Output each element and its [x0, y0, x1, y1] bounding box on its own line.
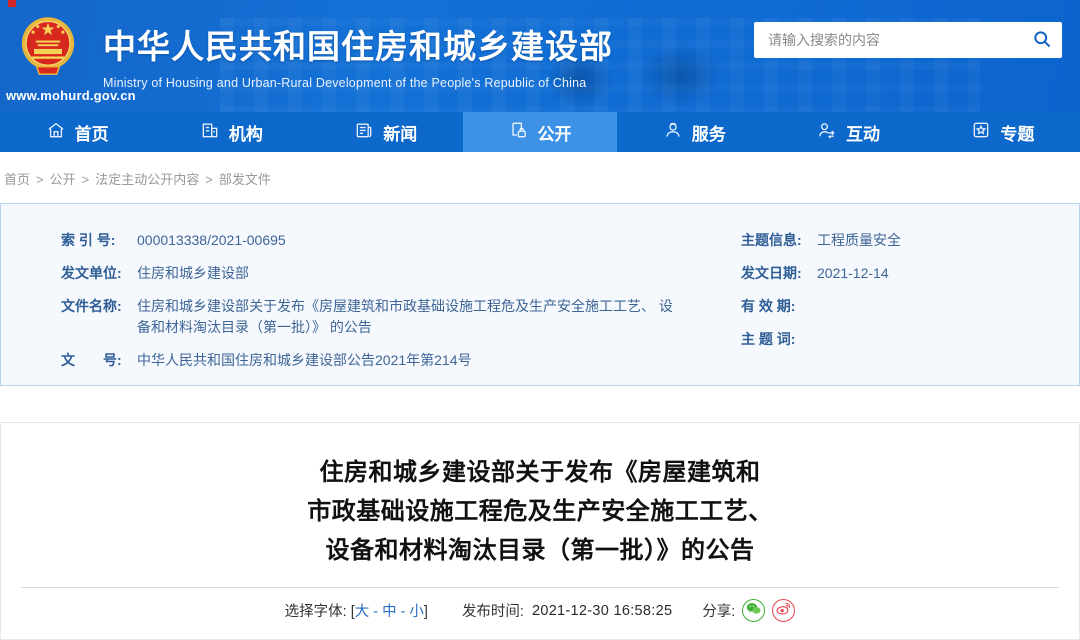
article-card: 住房和城乡建设部关于发布《房屋建筑和 市政基础设施工程危及生产安全施工工艺、 设…	[0, 422, 1080, 640]
info-value: 000013338/2021-00695	[137, 230, 316, 251]
topic-icon	[971, 120, 991, 145]
publish-time-value: 2021-12-30 16:58:25	[532, 603, 672, 619]
nav-label: 首页	[75, 120, 109, 145]
site-title-cn: 中华人民共和国住房和城乡建设部	[103, 20, 613, 68]
breadcrumb-separator: >	[36, 172, 44, 187]
font-size-large[interactable]: 大	[355, 604, 370, 620]
corner-red-mark	[8, 0, 16, 7]
article-title-line: 市政基础设施工程危及生产安全施工工艺、	[1, 492, 1079, 531]
info-row-keywords: 主 题 词:	[741, 329, 1079, 350]
nav-item-topics[interactable]: 专题	[926, 112, 1080, 152]
info-value: 中华人民共和国住房和城乡建设部公告2021年第214号	[137, 350, 502, 371]
nav-label: 机构	[229, 120, 263, 145]
spacer	[0, 386, 1080, 422]
nav-item-service[interactable]: 服务	[617, 112, 771, 152]
main-nav: 首页 机构 新闻 公开	[0, 112, 1080, 152]
publish-time-label: 发布时间:	[462, 600, 524, 621]
nav-label: 公开	[537, 120, 571, 145]
font-size-small[interactable]: 小	[409, 604, 424, 620]
site-url: www.mohurd.gov.cn	[6, 88, 136, 103]
doc-info-left-column: 索 引 号: 000013338/2021-00695 发文单位: 住房和城乡建…	[1, 230, 713, 385]
info-row-topic-info: 主题信息: 工程质量安全	[741, 230, 1079, 251]
doc-info-card: 索 引 号: 000013338/2021-00695 发文单位: 住房和城乡建…	[0, 203, 1080, 386]
wechat-icon	[746, 602, 761, 619]
info-value: 2021-12-14	[817, 263, 919, 284]
wechat-share-button[interactable]	[742, 599, 765, 622]
info-label: 索 引 号:	[61, 230, 137, 251]
title-divider	[21, 587, 1059, 588]
breadcrumb-home[interactable]: 首页	[4, 172, 30, 187]
national-emblem	[20, 12, 76, 89]
share-group: 分享:	[702, 599, 795, 622]
info-label: 文件名称:	[61, 296, 137, 338]
font-size-separator: -	[401, 604, 406, 620]
article-title-line: 设备和材料淘汰目录（第一批）》的公告	[1, 531, 1079, 570]
font-size-separator: -	[373, 604, 378, 620]
info-value	[817, 296, 847, 317]
nav-item-interaction[interactable]: 互动	[771, 112, 925, 152]
disclosure-icon	[508, 120, 528, 145]
info-label: 主 题 词:	[741, 329, 817, 350]
building-icon	[200, 120, 220, 145]
search-icon	[1032, 29, 1052, 52]
interaction-icon	[817, 120, 837, 145]
nav-label: 专题	[1000, 120, 1034, 145]
info-value: 住房和城乡建设部	[137, 263, 279, 284]
info-row-index-number: 索 引 号: 000013338/2021-00695	[61, 230, 713, 251]
info-label: 文 号:	[61, 350, 137, 371]
nav-item-news[interactable]: 新闻	[309, 112, 463, 152]
news-icon	[354, 120, 374, 145]
info-value: 工程质量安全	[817, 230, 931, 251]
font-size-medium[interactable]: 中	[382, 604, 397, 620]
nav-item-org[interactable]: 机构	[154, 112, 308, 152]
article-title: 住房和城乡建设部关于发布《房屋建筑和 市政基础设施工程危及生产安全施工工艺、 设…	[1, 453, 1079, 570]
weibo-share-button[interactable]	[772, 599, 795, 622]
nav-item-disclosure[interactable]: 公开	[463, 112, 617, 152]
search-box	[754, 22, 1062, 58]
site-header: www.mohurd.gov.cn 中华人民共和国住房和城乡建设部 Minist…	[0, 0, 1080, 112]
info-row-issuing-unit: 发文单位: 住房和城乡建设部	[61, 263, 713, 284]
breadcrumb-disclosure[interactable]: 公开	[50, 172, 76, 187]
nav-label: 互动	[846, 120, 880, 145]
breadcrumb-separator: >	[205, 172, 213, 187]
info-row-validity: 有 效 期:	[741, 296, 1079, 317]
info-value	[817, 329, 847, 350]
search-button[interactable]	[1022, 22, 1062, 58]
article-title-line: 住房和城乡建设部关于发布《房屋建筑和	[1, 453, 1079, 492]
info-label: 主题信息:	[741, 230, 817, 251]
info-row-document-number: 文 号: 中华人民共和国住房和城乡建设部公告2021年第214号	[61, 350, 713, 371]
info-row-issue-date: 发文日期: 2021-12-14	[741, 263, 1079, 284]
service-icon	[663, 120, 683, 145]
doc-info-right-column: 主题信息: 工程质量安全 发文日期: 2021-12-14 有 效 期: 主 题…	[713, 230, 1079, 385]
search-input[interactable]	[754, 32, 1022, 48]
info-value: 住房和城乡建设部关于发布《房屋建筑和市政基础设施工程危及生产安全施工工艺、 设备…	[137, 296, 713, 338]
info-label: 有 效 期:	[741, 296, 817, 317]
info-label: 发文日期:	[741, 263, 817, 284]
info-row-document-name: 文件名称: 住房和城乡建设部关于发布《房屋建筑和市政基础设施工程危及生产安全施工…	[61, 296, 713, 338]
share-label: 分享:	[702, 600, 735, 621]
breadcrumb-ministry-docs[interactable]: 部发文件	[219, 172, 271, 187]
breadcrumb-separator: >	[82, 172, 90, 187]
font-size-chooser: [大-中-小]	[351, 600, 428, 621]
breadcrumb-statutory[interactable]: 法定主动公开内容	[95, 172, 199, 187]
font-chooser-label: 选择字体:	[285, 600, 347, 621]
breadcrumb: 首页 > 公开 > 法定主动公开内容 > 部发文件	[0, 152, 1080, 203]
nav-label: 新闻	[383, 120, 417, 145]
article-meta-row: 选择字体: [大-中-小] 发布时间: 2021-12-30 16:58:25 …	[1, 599, 1079, 622]
nav-label: 服务	[692, 120, 726, 145]
bracket-close: ]	[424, 604, 428, 620]
weibo-icon	[776, 602, 791, 619]
home-icon	[46, 120, 66, 145]
info-label: 发文单位:	[61, 263, 137, 284]
site-title-en: Ministry of Housing and Urban-Rural Deve…	[103, 76, 613, 90]
nav-item-home[interactable]: 首页	[0, 112, 154, 152]
